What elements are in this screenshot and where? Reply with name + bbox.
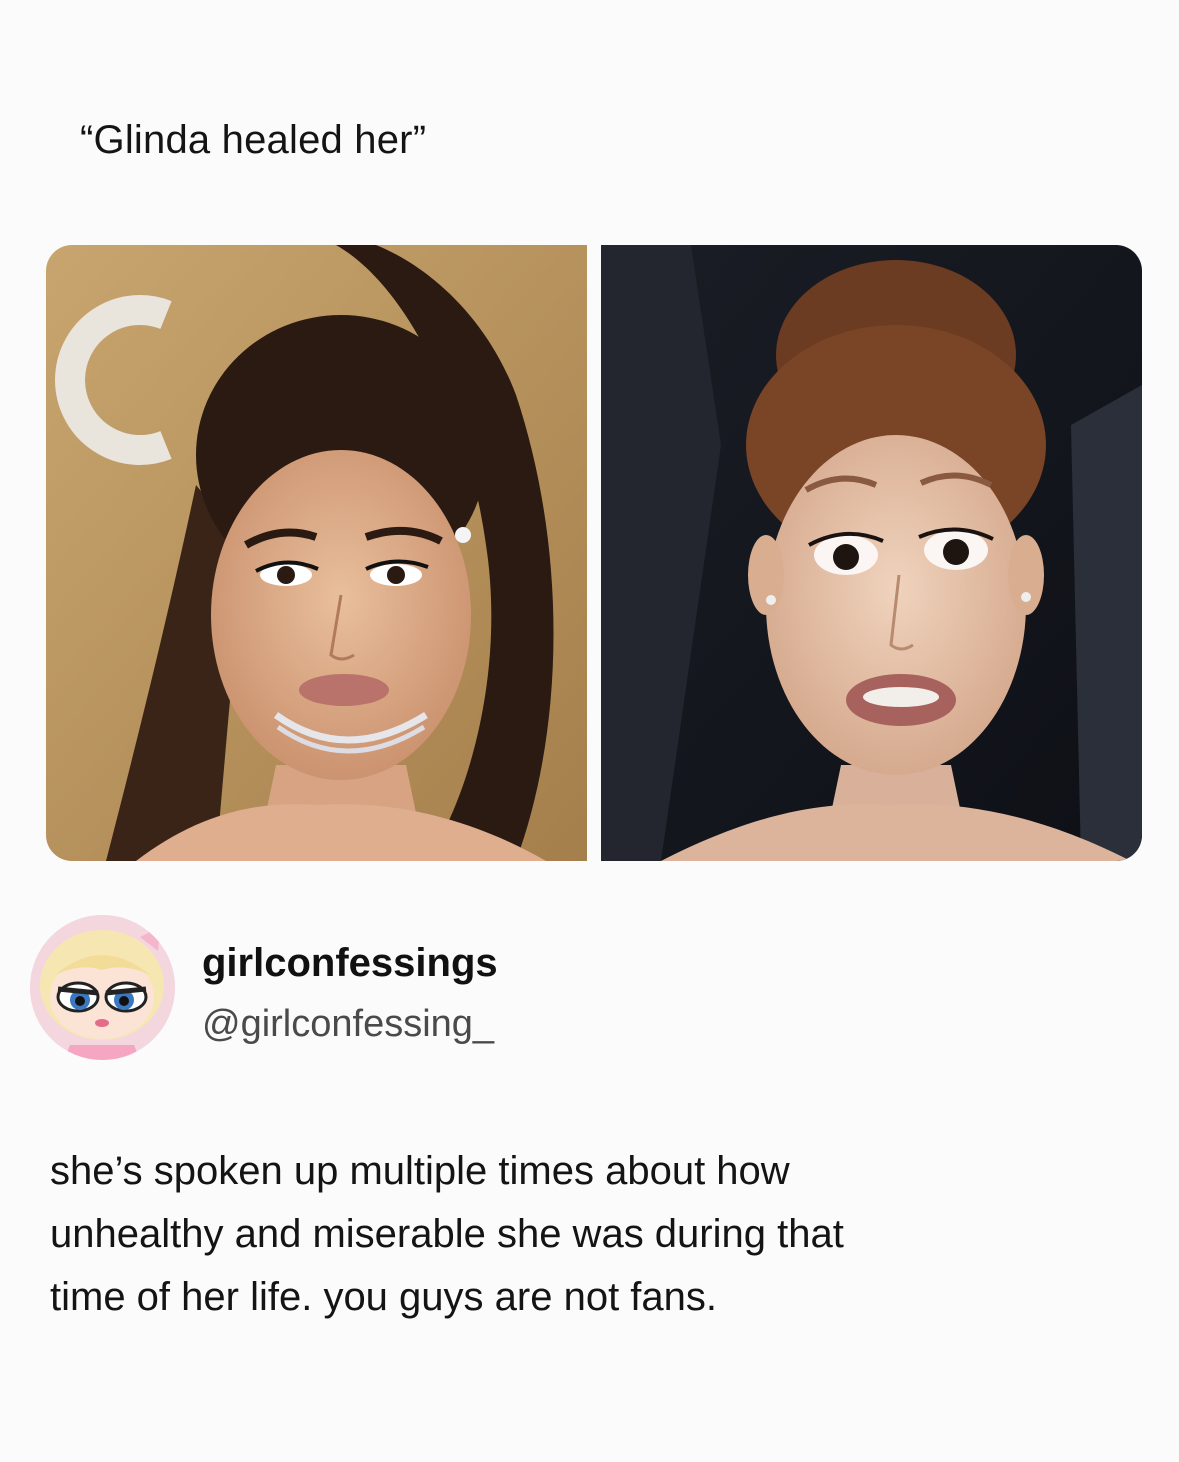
tweet-line: time of her life. you guys are not fans. bbox=[50, 1275, 718, 1319]
before-photo-image bbox=[46, 245, 587, 861]
cartoon-avatar-icon bbox=[30, 915, 175, 1060]
tweet-text: she’s spoken up multiple times about how… bbox=[50, 1140, 1150, 1329]
after-photo-image bbox=[601, 245, 1142, 861]
tweet-line: she’s spoken up multiple times about how bbox=[50, 1149, 790, 1193]
avatar[interactable] bbox=[30, 915, 175, 1060]
account-handle[interactable]: @girlconfessing_ bbox=[202, 1003, 494, 1046]
display-name[interactable]: girlconfessings bbox=[202, 941, 498, 986]
after-photo[interactable] bbox=[601, 245, 1142, 861]
photo-comparison-grid bbox=[46, 245, 1142, 861]
account-info: girlconfessings @girlconfessing_ bbox=[30, 915, 730, 1075]
meme-post: “Glinda healed her” girlconfessings @gir… bbox=[0, 0, 1179, 1462]
post-caption: “Glinda healed her” bbox=[80, 118, 427, 162]
before-photo[interactable] bbox=[46, 245, 587, 861]
tweet-line: unhealthy and miserable she was during t… bbox=[50, 1212, 844, 1256]
